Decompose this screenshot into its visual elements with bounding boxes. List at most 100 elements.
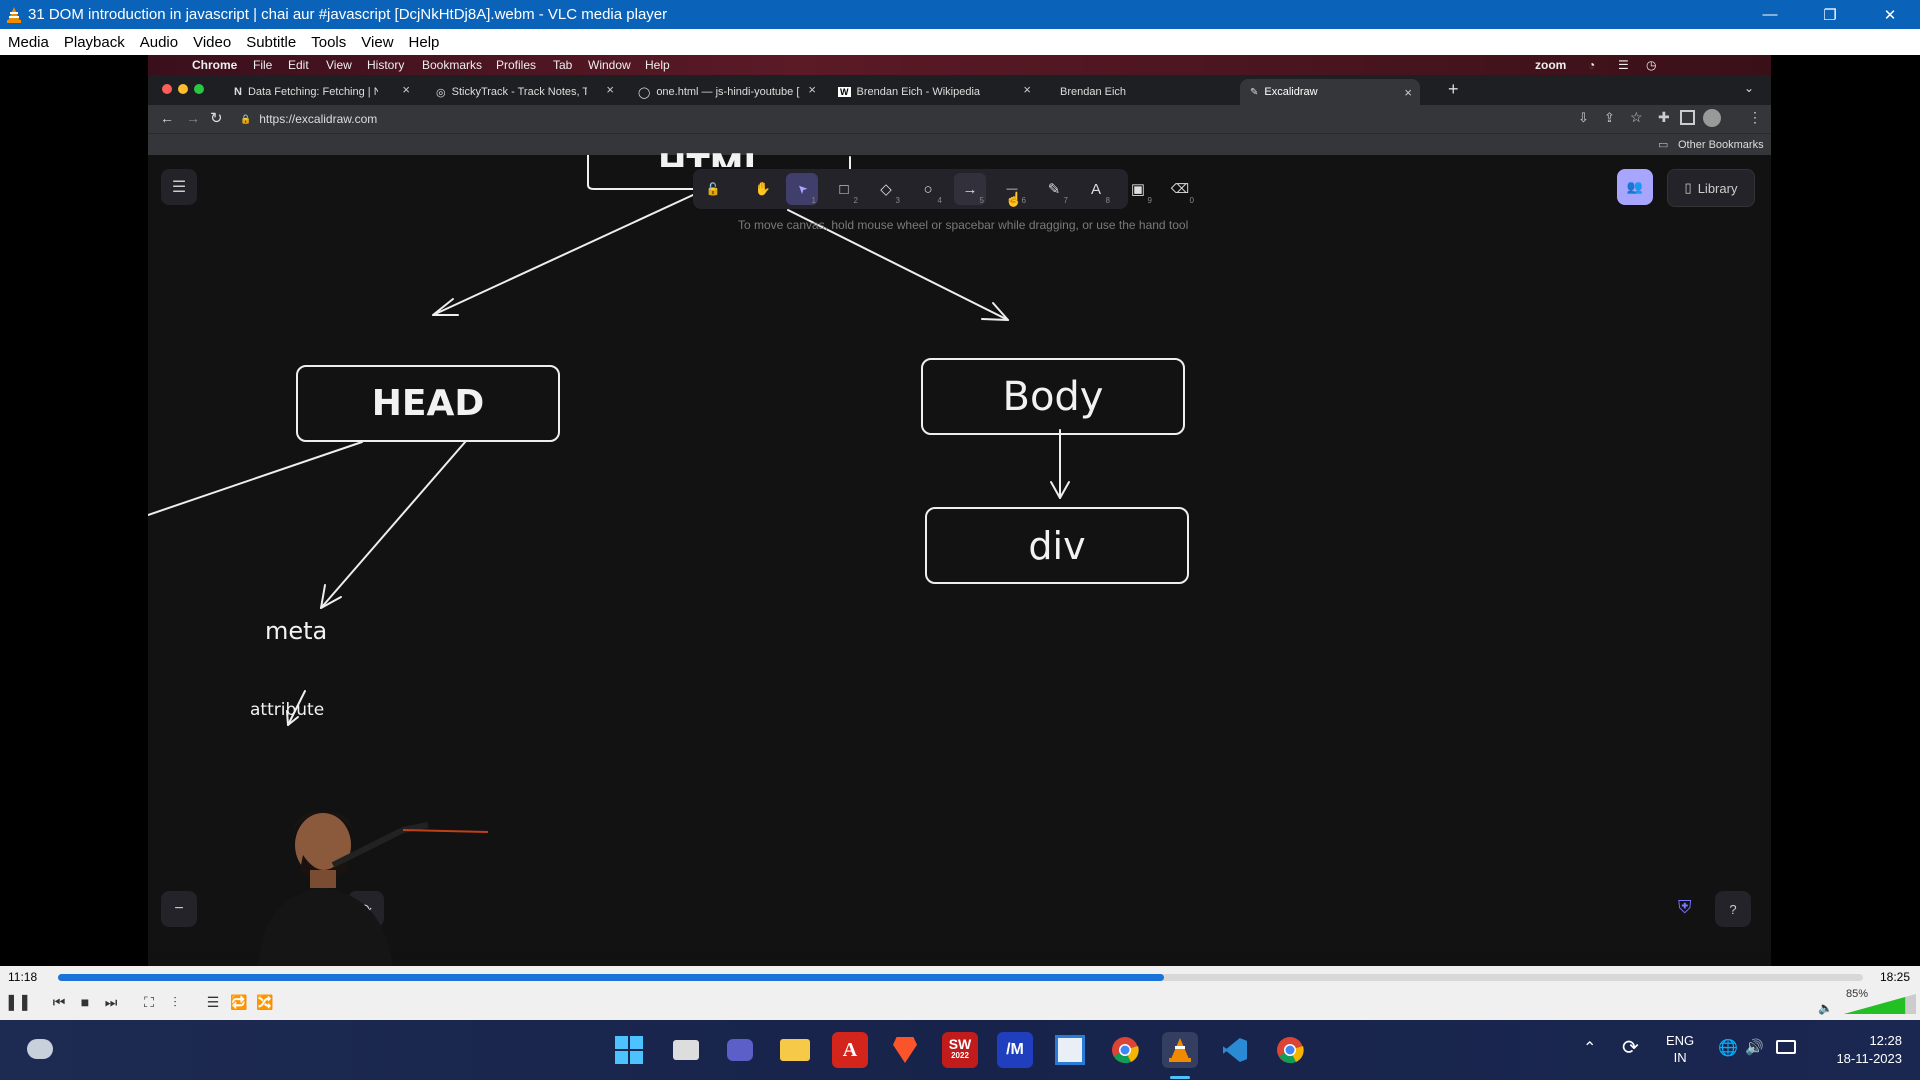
- shield-icon[interactable]: ⛨: [1678, 897, 1692, 918]
- task-view-icon[interactable]: [668, 1032, 704, 1068]
- tab-brendan-eich[interactable]: Brendan Eich ×: [1060, 79, 1252, 105]
- chrome-address-bar: ← → ↻ 🔒 https://excalidraw.com ⇩ ⇪ ☆ ✚ ⋮: [148, 105, 1771, 133]
- notepad-icon[interactable]: [1052, 1032, 1088, 1068]
- playlist-button[interactable]: ☰: [201, 991, 225, 1013]
- previous-button[interactable]: ⏮: [47, 991, 71, 1013]
- canvas-hint: To move canvas, hold mouse wheel or spac…: [738, 218, 1189, 232]
- install-icon[interactable]: ⇩: [1578, 110, 1589, 126]
- speaker-icon[interactable]: 🔈: [1818, 1001, 1833, 1015]
- next-button[interactable]: ⏭: [99, 991, 123, 1013]
- ellipse-tool[interactable]: ○ 4: [912, 173, 944, 206]
- battery-icon[interactable]: [1776, 1040, 1796, 1054]
- menu-media[interactable]: Media: [0, 29, 56, 51]
- menu-audio[interactable]: Audio: [132, 29, 185, 51]
- node-meta[interactable]: meta: [265, 617, 327, 645]
- image-tool[interactable]: ▣ 9: [1122, 173, 1154, 205]
- arrow-tool[interactable]: → 5: [954, 173, 986, 205]
- seek-progress: [58, 974, 1165, 981]
- reload-icon[interactable]: ↻: [210, 109, 223, 127]
- main-menu-button[interactable]: ☰: [161, 169, 197, 205]
- share-icon[interactable]: ⇪: [1604, 110, 1615, 126]
- minimize-button[interactable]: —: [1740, 0, 1800, 29]
- draw-tool[interactable]: ✎ 7: [1038, 173, 1070, 205]
- hand-tool[interactable]: ✋: [747, 173, 779, 205]
- clock[interactable]: 12:28 18-11-2023: [1812, 1032, 1902, 1068]
- tab-close-icon[interactable]: ×: [1023, 82, 1031, 97]
- traffic-close[interactable]: [162, 84, 172, 94]
- tab-close-icon[interactable]: ×: [1404, 85, 1412, 100]
- file-explorer-icon[interactable]: [777, 1032, 813, 1068]
- help-button[interactable]: ?: [1715, 891, 1751, 927]
- show-hidden-icons[interactable]: ⌃: [1583, 1038, 1596, 1058]
- restore-button[interactable]: ❐: [1800, 0, 1860, 29]
- eraser-tool[interactable]: ⌫ 0: [1164, 173, 1196, 205]
- sync-icon[interactable]: ⟳: [1622, 1035, 1639, 1060]
- start-icon[interactable]: [611, 1032, 647, 1068]
- brave-icon[interactable]: [887, 1032, 923, 1068]
- vlc-taskbar-icon[interactable]: [1162, 1032, 1198, 1068]
- live-collaboration-button[interactable]: 👥: [1617, 169, 1653, 205]
- close-button[interactable]: ✕: [1860, 0, 1920, 29]
- profile-avatar[interactable]: [1703, 109, 1721, 127]
- node-head[interactable]: HEAD: [296, 365, 560, 442]
- library-button[interactable]: ▯ Library: [1667, 169, 1755, 207]
- new-tab-icon[interactable]: +: [1448, 79, 1459, 100]
- traffic-minimize[interactable]: [178, 84, 188, 94]
- menu-video[interactable]: Video: [185, 29, 238, 51]
- menu-subtitle[interactable]: Subtitle: [238, 29, 303, 51]
- zoom-out-button[interactable]: −: [161, 891, 197, 927]
- volume-icon[interactable]: 🔊: [1745, 1038, 1764, 1056]
- fullscreen-button[interactable]: ⛶: [137, 991, 161, 1013]
- tab-close-icon[interactable]: ×: [808, 82, 816, 97]
- loop-button[interactable]: 🔁: [227, 991, 251, 1013]
- url-field[interactable]: 🔒 https://excalidraw.com: [240, 109, 1590, 129]
- weather-widget-icon[interactable]: [22, 1031, 58, 1067]
- extended-settings-button[interactable]: ⫶: [163, 991, 187, 1013]
- traffic-zoom[interactable]: [194, 84, 204, 94]
- chrome-icon[interactable]: [1107, 1032, 1143, 1068]
- chrome-profile-icon[interactable]: [1272, 1032, 1308, 1068]
- back-icon[interactable]: ←: [160, 110, 174, 126]
- network-icon[interactable]: 🌐: [1718, 1038, 1738, 1058]
- tab-close-icon[interactable]: ×: [606, 82, 614, 97]
- stop-button[interactable]: ■: [73, 991, 97, 1013]
- node-attribute[interactable]: attribute: [250, 700, 324, 720]
- arrow-html-head: [432, 194, 694, 316]
- acrobat-icon[interactable]: A: [832, 1032, 868, 1068]
- tab-one-html[interactable]: ◯ one.html — js-hindi-youtube [ ×: [638, 79, 816, 105]
- menu-help[interactable]: Help: [401, 29, 447, 51]
- chrome-menu-icon[interactable]: ⋮: [1748, 109, 1762, 126]
- menu-view[interactable]: View: [353, 29, 400, 51]
- forward-icon[interactable]: →: [186, 110, 200, 126]
- tab-wikipedia[interactable]: W Brendan Eich - Wikipedia ×: [838, 79, 1031, 105]
- tab-search-chevron-icon[interactable]: ⌄: [1744, 81, 1754, 95]
- language-indicator[interactable]: ENG IN: [1666, 1032, 1694, 1066]
- diamond-tool[interactable]: ◇ 3: [870, 173, 902, 205]
- selection-tool[interactable]: ➤ 1: [786, 173, 818, 205]
- menu-playback[interactable]: Playback: [56, 29, 132, 51]
- solidworks-icon[interactable]: SW 2022: [942, 1032, 978, 1068]
- bookmark-star-icon[interactable]: ☆: [1630, 109, 1643, 126]
- node-div[interactable]: div: [925, 507, 1189, 584]
- other-bookmarks[interactable]: Other Bookmarks: [1678, 139, 1764, 151]
- side-panel-icon[interactable]: [1680, 110, 1695, 125]
- extensions-icon[interactable]: ✚: [1658, 109, 1670, 126]
- mathcad-icon[interactable]: /M: [997, 1032, 1033, 1068]
- node-body[interactable]: Body: [921, 358, 1185, 435]
- seek-bar[interactable]: [58, 974, 1863, 981]
- line-left-head: [148, 441, 363, 516]
- rectangle-tool[interactable]: □ 2: [828, 173, 860, 206]
- tab-stickytrack[interactable]: ◎ StickyTrack - Track Notes, Trac ×: [436, 79, 614, 105]
- lock-tool[interactable]: 🔓: [697, 173, 729, 205]
- vscode-icon[interactable]: [1217, 1032, 1253, 1068]
- tab-close-icon[interactable]: ×: [402, 82, 410, 97]
- tab-excalidraw[interactable]: ✎ Excalidraw ×: [1240, 79, 1420, 105]
- pause-button[interactable]: ❚❚: [5, 991, 32, 1013]
- menu-tools[interactable]: Tools: [303, 29, 353, 51]
- image-icon: ▣: [1130, 181, 1146, 198]
- shuffle-button[interactable]: 🔀: [253, 991, 277, 1013]
- teams-meet-icon[interactable]: [722, 1032, 758, 1068]
- volume-slider[interactable]: 85%: [1844, 988, 1916, 1014]
- tab-data-fetching[interactable]: N Data Fetching: Fetching | Next ×: [234, 79, 410, 105]
- text-tool[interactable]: A8: [1080, 173, 1112, 206]
